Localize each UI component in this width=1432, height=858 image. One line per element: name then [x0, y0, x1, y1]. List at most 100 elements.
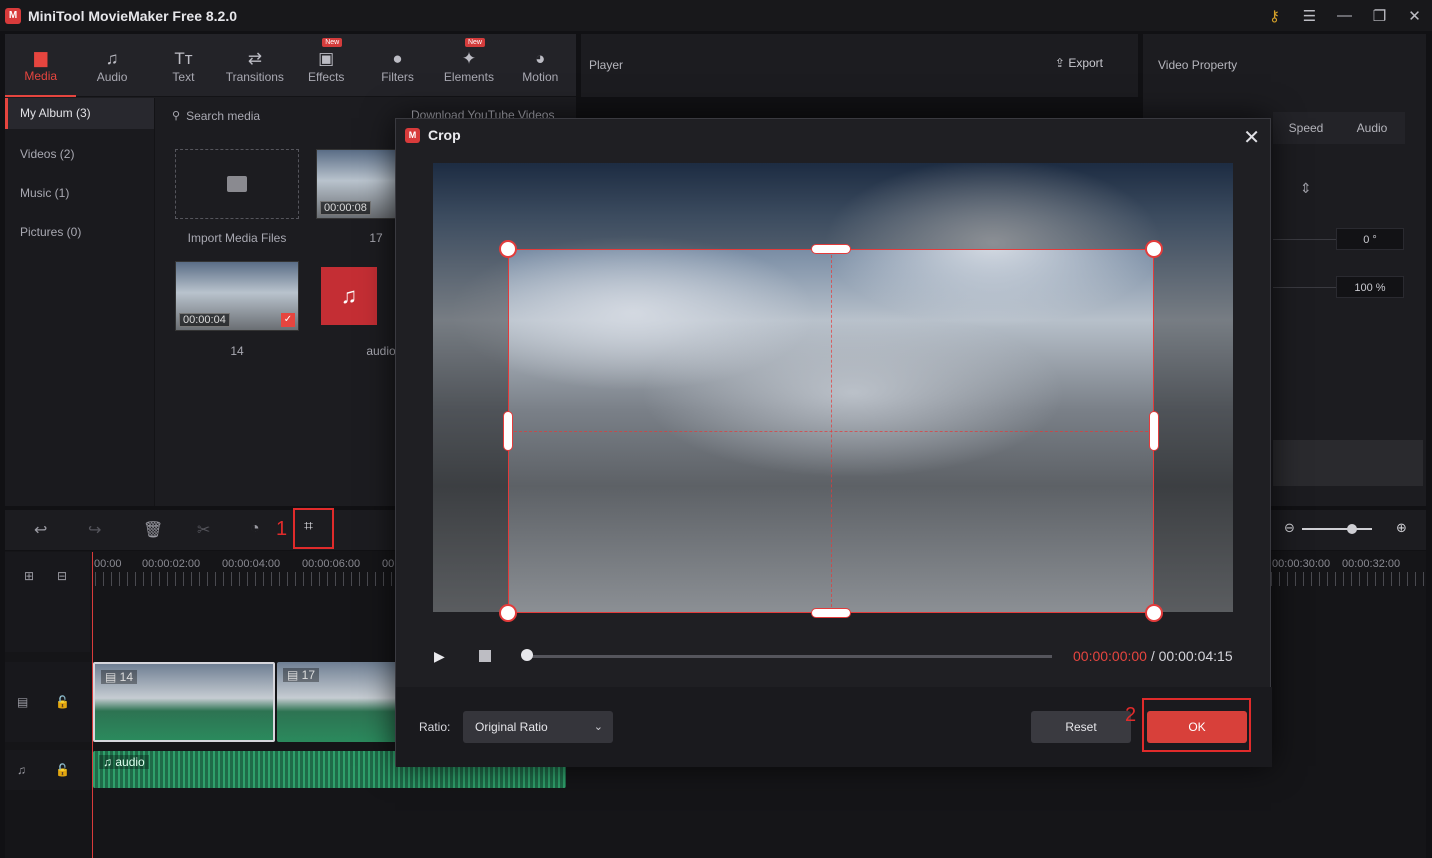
sidebar-item-videos[interactable]: Videos (2)	[5, 135, 154, 174]
import-media-button[interactable]	[175, 149, 299, 219]
zoom-knob[interactable]	[1347, 524, 1357, 534]
key-icon[interactable]: ⚷	[1257, 7, 1292, 25]
tab-speed[interactable]: Speed	[1273, 112, 1339, 144]
timeline-clip-14[interactable]: ▤ 14	[93, 662, 275, 742]
zoom-track	[1302, 528, 1372, 530]
music-note-icon: ♫	[103, 755, 116, 769]
rotation-value[interactable]: 0 °	[1336, 228, 1404, 250]
import-label: Import Media Files	[187, 231, 287, 245]
ratio-dropdown[interactable]: Original Ratio ⌄	[463, 711, 613, 743]
tab-elements[interactable]: New ✦ Elements	[433, 34, 504, 97]
reset-button[interactable]: Reset	[1031, 711, 1131, 743]
restore-icon[interactable]: ❐	[1362, 7, 1397, 25]
sidebar-item-music[interactable]: Music (1)	[5, 174, 154, 213]
timeline-clip-17[interactable]: ▤ 17	[277, 662, 397, 742]
media-thumb-14[interactable]: 00:00:04 ✓	[175, 261, 299, 331]
total-time: 00:00:04:15	[1158, 648, 1233, 664]
media-thumb-17[interactable]: 00:00:08	[316, 149, 396, 219]
crop-preview	[433, 163, 1233, 622]
minimize-icon[interactable]: —	[1327, 7, 1362, 24]
remove-track-icon[interactable]: ⊟	[57, 569, 67, 583]
stop-icon[interactable]	[479, 650, 491, 662]
ruler-label: 00	[382, 558, 395, 570]
crop-mask	[1154, 249, 1233, 612]
lock-icon[interactable]: 🔓	[55, 695, 70, 709]
title-bar: M MiniTool MovieMaker Free 8.2.0 ⚷ ☰ — ❐…	[0, 0, 1432, 31]
delete-icon[interactable]: 🗑	[143, 520, 163, 540]
seek-knob[interactable]	[521, 649, 533, 661]
clip-label: ▤ 14	[101, 670, 138, 684]
sidebar-item-my-album[interactable]: My Album (3)	[5, 98, 154, 129]
filters-icon: ●	[392, 48, 403, 68]
music-note-icon[interactable]: ♫	[321, 267, 377, 325]
track-header-audio: ♫ 🔓	[5, 750, 90, 790]
video-track-icon: ▤	[17, 695, 29, 709]
media-caption: 14	[230, 344, 244, 358]
crop-icon[interactable]: ⌗	[304, 518, 313, 536]
player-panel: Player ⇪ Export	[581, 34, 1138, 97]
crop-handle-bottom-right[interactable]	[1145, 604, 1163, 622]
close-icon[interactable]: ✕	[1243, 125, 1260, 150]
rotation-slider[interactable]	[1273, 239, 1338, 240]
property-label: Video Property	[1158, 58, 1238, 72]
zoom-in-icon[interactable]: ⊕	[1396, 520, 1407, 536]
crop-handle-bottom-left[interactable]	[499, 604, 517, 622]
media-sidebar: My Album (3) Videos (2) Music (1) Pictur…	[5, 98, 155, 506]
sidebar-item-pictures[interactable]: Pictures (0)	[5, 213, 154, 252]
elements-icon: ✦	[461, 48, 477, 68]
crop-handle-top[interactable]	[811, 244, 851, 254]
tab-audio[interactable]: ♫ Audio	[76, 34, 147, 97]
play-icon[interactable]: ▶	[434, 648, 445, 665]
crop-dialog-title: Crop	[428, 127, 461, 143]
crop-footer: Ratio: Original Ratio ⌄ Reset 2 OK	[396, 687, 1272, 767]
close-icon[interactable]: ✕	[1397, 7, 1432, 25]
tab-audio-property[interactable]: Audio	[1339, 112, 1405, 144]
app-title: MiniTool MovieMaker Free 8.2.0	[28, 7, 238, 24]
crop-handle-top-right[interactable]	[1145, 240, 1163, 258]
ratio-label: Ratio:	[419, 720, 451, 734]
effects-icon: ▣	[318, 48, 335, 68]
flip-vertical-icon[interactable]: ⇕	[1300, 180, 1312, 197]
folder-icon	[227, 176, 247, 192]
motion-icon: ◕	[535, 48, 546, 68]
add-track-icon[interactable]: ⊞	[24, 569, 34, 583]
crop-tool-highlight	[293, 508, 334, 549]
redo-icon[interactable]: ↪	[88, 520, 101, 540]
window-controls: ⚷ ☰ — ❐ ✕	[1257, 0, 1432, 31]
tab-transitions[interactable]: ⇄ Transitions	[219, 34, 290, 97]
speed-icon[interactable]: ◔	[250, 520, 260, 538]
scale-value[interactable]: 100 %	[1336, 276, 1404, 298]
tab-motion[interactable]: ◕ Motion	[505, 34, 576, 97]
time-separator: /	[1146, 648, 1159, 664]
reset-property-button[interactable]	[1273, 440, 1423, 486]
undo-icon[interactable]: ↩	[34, 520, 47, 540]
chevron-down-icon: ⌄	[593, 721, 603, 733]
zoom-out-icon[interactable]: ⊖	[1284, 520, 1295, 536]
scale-slider[interactable]	[1273, 287, 1338, 288]
ruler-label: 00:00:30:00	[1272, 558, 1331, 570]
film-icon: ▤	[105, 670, 120, 684]
lock-icon[interactable]: 🔓	[55, 763, 70, 777]
ruler-label: 00:00	[94, 558, 122, 570]
tab-media[interactable]: ▆ Media	[5, 34, 77, 97]
property-tabs: Speed Audio	[1273, 112, 1405, 144]
app-logo: M	[405, 127, 420, 143]
new-badge: New	[322, 38, 343, 47]
crop-handle-left[interactable]	[503, 411, 513, 451]
export-button[interactable]: ⇪ Export	[1055, 56, 1103, 70]
ruler-label: 00:00:04:00	[222, 558, 281, 570]
tab-filters[interactable]: ● Filters	[362, 34, 433, 97]
crop-handle-top-left[interactable]	[499, 240, 517, 258]
ok-button[interactable]: OK	[1147, 711, 1247, 743]
seek-bar[interactable]	[526, 655, 1052, 658]
crop-handle-bottom[interactable]	[811, 608, 851, 618]
crop-handle-right[interactable]	[1149, 411, 1159, 451]
split-icon[interactable]: ✂	[197, 520, 210, 540]
menu-icon[interactable]: ☰	[1292, 7, 1327, 25]
crop-region[interactable]	[508, 249, 1154, 613]
tab-text[interactable]: Tт Text	[148, 34, 219, 97]
app-logo: M	[5, 7, 21, 24]
tab-effects[interactable]: New ▣ Effects	[291, 34, 362, 97]
main-toolbar: ▆ Media ♫ Audio Tт Text ⇄ Transitions New ▣ Ef…	[5, 34, 576, 97]
zoom-slider[interactable]: ⊖ ⊕	[1284, 520, 1414, 536]
